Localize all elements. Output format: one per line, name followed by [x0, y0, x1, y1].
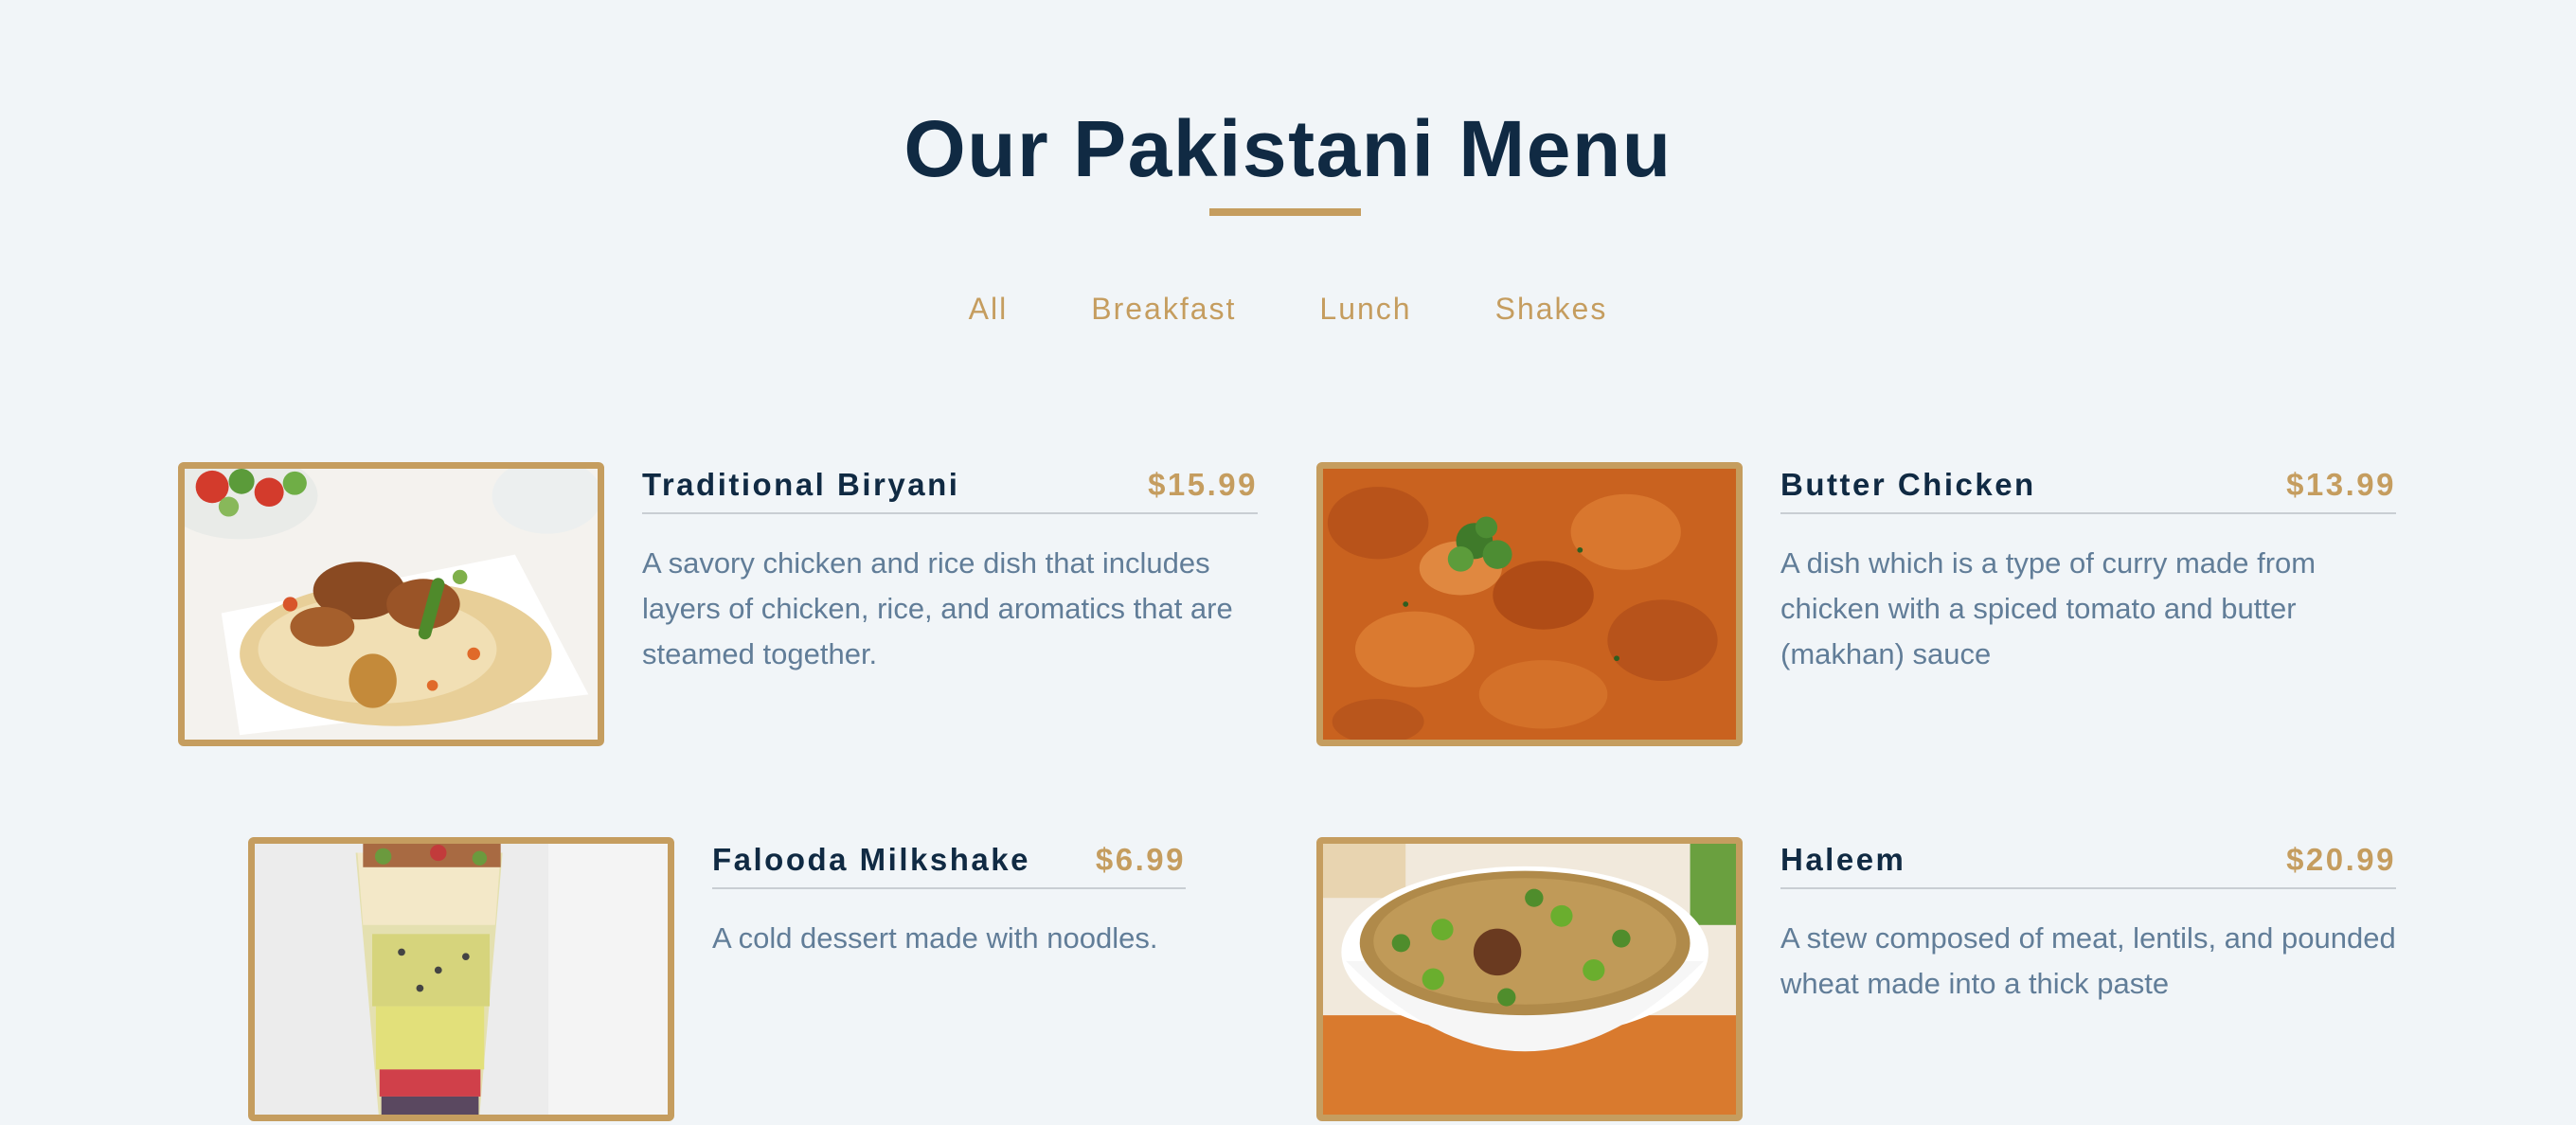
biryani-photo	[178, 462, 604, 746]
filter-all-button[interactable]: All	[927, 286, 1050, 331]
menu-item: Butter Chicken $13.99 A dish which is a …	[1316, 462, 2396, 746]
item-header: Traditional Biryani $15.99	[642, 465, 1258, 514]
title-underline	[1209, 208, 1361, 216]
falooda-photo	[248, 837, 674, 1121]
item-description: A dish which is a type of curry made fro…	[1780, 546, 2317, 670]
menu-item: Falooda Milkshake $6.99 A cold dessert m…	[248, 837, 1186, 1121]
item-price: $20.99	[2286, 842, 2396, 877]
page-title: Our Pakistani Menu	[903, 104, 1673, 193]
item-price: $6.99	[1095, 842, 1186, 877]
item-name: Falooda Milkshake	[712, 842, 1030, 877]
item-description: A savory chicken and rice dish that incl…	[642, 546, 1233, 670]
item-name: Haleem	[1780, 842, 1906, 877]
item-name: Butter Chicken	[1780, 467, 2036, 502]
butter-chicken-photo	[1316, 462, 1743, 746]
filter-breakfast-button[interactable]: Breakfast	[1049, 286, 1278, 331]
item-price: $13.99	[2286, 467, 2396, 502]
item-description: A cold dessert made with noodles.	[712, 921, 1158, 955]
item-header: Haleem $20.99	[1780, 840, 2396, 889]
filter-lunch-button[interactable]: Lunch	[1278, 286, 1453, 331]
menu-item: Traditional Biryani $15.99 A savory chic…	[178, 462, 1258, 746]
filter-bar: All Breakfast Lunch Shakes	[0, 286, 2576, 331]
haleem-photo	[1316, 837, 1743, 1121]
item-description: A stew composed of meat, lentils, and po…	[1780, 921, 2396, 1000]
item-header: Falooda Milkshake $6.99	[712, 840, 1186, 889]
filter-shakes-button[interactable]: Shakes	[1454, 286, 1650, 331]
item-price: $15.99	[1148, 467, 1258, 502]
menu-item: Haleem $20.99 A stew composed of meat, l…	[1316, 837, 2396, 1121]
item-header: Butter Chicken $13.99	[1780, 465, 2396, 514]
item-name: Traditional Biryani	[642, 467, 960, 502]
